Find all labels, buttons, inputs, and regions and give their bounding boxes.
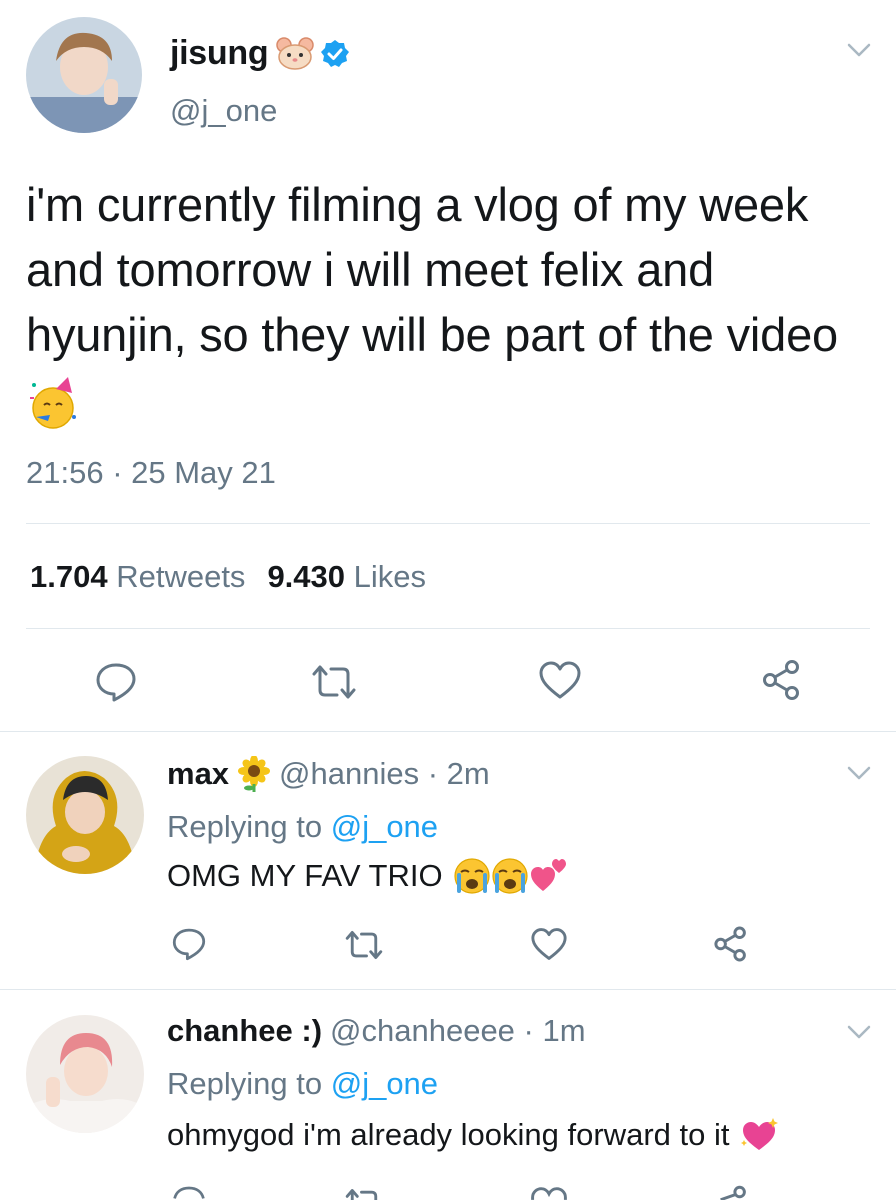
retweet-icon <box>345 930 383 960</box>
retweet-icon <box>312 665 356 699</box>
divider <box>0 989 896 990</box>
reply-body: ohmygod i'm already looking forward to i… <box>167 1117 730 1152</box>
tweet-text: i'm currently filming a vlog of my week … <box>26 172 876 433</box>
hamster-icon <box>276 36 315 71</box>
reply-header: chanhee :) @chanheeee · 1m <box>167 1013 586 1049</box>
author-name-row[interactable]: jisung <box>170 34 350 73</box>
reply-icon <box>96 663 136 702</box>
reply-header: max @hannies · 2m <box>167 756 490 792</box>
replying-label: Replying to <box>167 809 323 844</box>
divider <box>0 731 896 732</box>
share-button[interactable] <box>712 1184 750 1200</box>
retweet-button[interactable] <box>343 928 385 962</box>
sunflower-icon <box>237 756 271 792</box>
tweet-timestamp[interactable]: 21:56 · 25 May 21 <box>26 455 276 491</box>
retweets-label: Retweets <box>116 559 246 594</box>
reply-text: ohmygod i'm already looking forward to i… <box>167 1116 779 1154</box>
reply-handle-time[interactable]: @chanheeee · 1m <box>330 1013 586 1049</box>
replying-to-link[interactable]: @j_one <box>331 809 438 844</box>
reply-icon <box>172 928 206 961</box>
loudly-crying-face-icon <box>453 857 491 895</box>
verified-badge-icon <box>320 39 350 69</box>
reply-author-name[interactable]: chanhee :) <box>167 1013 322 1049</box>
reply-author-name[interactable]: max <box>167 756 229 792</box>
chevron-down-icon[interactable] <box>845 763 873 783</box>
retweet-button[interactable] <box>309 662 359 702</box>
sparkling-heart-icon <box>739 1116 779 1154</box>
reply-button[interactable] <box>171 926 207 962</box>
like-icon <box>531 928 567 960</box>
retweet-icon <box>345 1189 378 1200</box>
share-button[interactable] <box>712 925 750 963</box>
avatar[interactable] <box>26 17 142 133</box>
partying-face-icon <box>26 375 84 433</box>
chevron-down-icon[interactable] <box>845 1022 873 1042</box>
replying-to: Replying to @j_one <box>167 809 438 845</box>
replying-to-link[interactable]: @j_one <box>331 1066 438 1101</box>
divider <box>26 628 870 629</box>
share-icon <box>763 660 799 700</box>
retweets-stat[interactable]: 1.704 Retweets <box>30 559 245 594</box>
share-icon <box>720 1185 746 1200</box>
reply-text: OMG MY FAV TRIO <box>167 857 569 895</box>
two-hearts-icon <box>529 857 569 895</box>
retweets-count: 1.704 <box>30 559 108 594</box>
share-icon <box>714 926 746 962</box>
divider <box>26 523 870 524</box>
like-icon <box>539 661 581 699</box>
like-button[interactable] <box>530 1186 568 1200</box>
like-icon <box>531 1187 567 1200</box>
tweet-stats: 1.704 Retweets 9.430 Likes <box>30 559 426 595</box>
tweet-body: i'm currently filming a vlog of my week … <box>26 178 838 361</box>
replying-label: Replying to <box>167 1066 323 1101</box>
chevron-down-icon[interactable] <box>845 40 873 60</box>
replying-to: Replying to @j_one <box>167 1066 438 1102</box>
author-name[interactable]: jisung <box>170 34 269 73</box>
reply-button[interactable] <box>94 660 138 704</box>
avatar[interactable] <box>26 1015 144 1133</box>
reply-handle-time[interactable]: @hannies · 2m <box>279 756 490 792</box>
reply-button[interactable] <box>171 1184 207 1200</box>
loudly-crying-face-icon <box>491 857 529 895</box>
avatar[interactable] <box>26 756 144 874</box>
likes-label: Likes <box>353 559 427 594</box>
likes-stat[interactable]: 9.430 Likes <box>267 559 426 594</box>
like-button[interactable] <box>530 927 568 961</box>
reply-icon <box>173 1186 205 1199</box>
share-button[interactable] <box>760 658 804 702</box>
like-button[interactable] <box>538 660 582 700</box>
retweet-button[interactable] <box>343 1186 385 1200</box>
likes-count: 9.430 <box>267 559 346 594</box>
reply-body: OMG MY FAV TRIO <box>167 858 443 893</box>
author-handle[interactable]: @j_one <box>170 93 277 129</box>
